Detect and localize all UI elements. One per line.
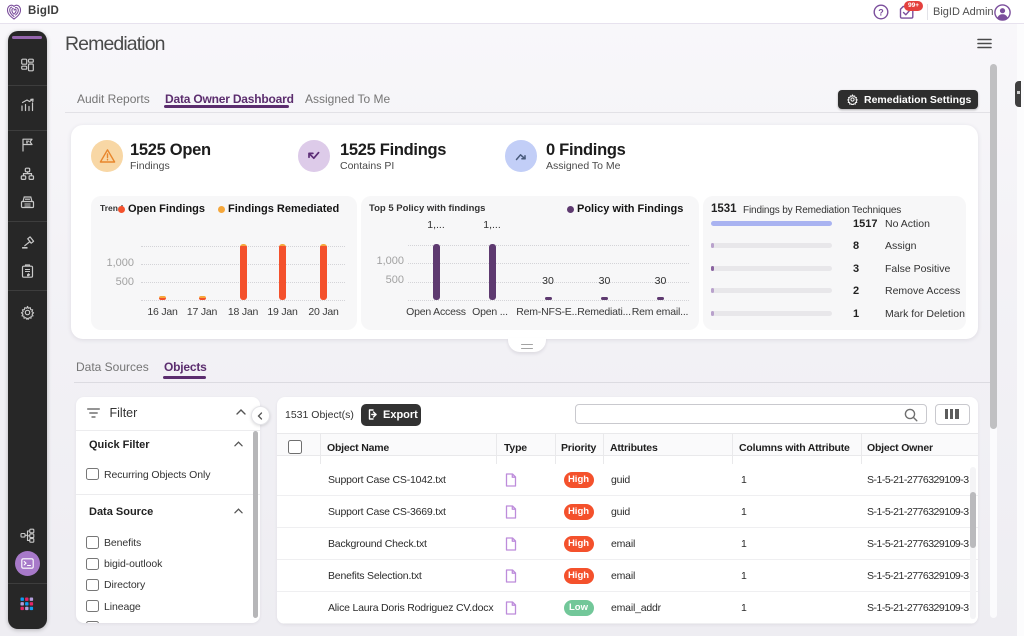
- svg-text:?: ?: [878, 7, 884, 17]
